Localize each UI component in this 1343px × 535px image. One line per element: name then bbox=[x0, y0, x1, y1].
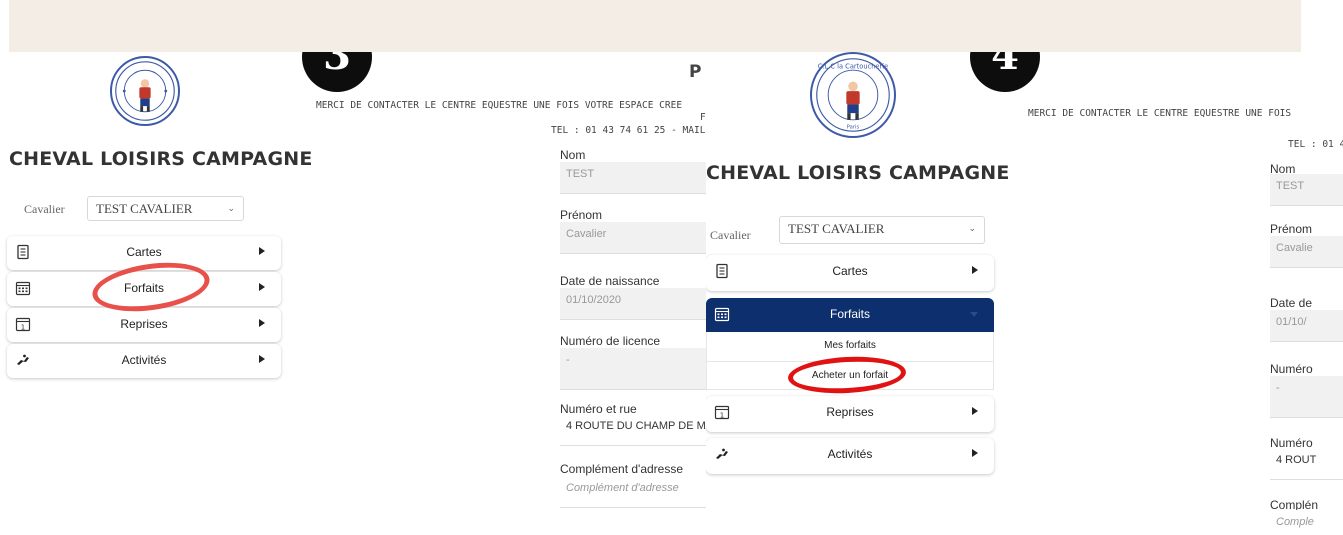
club-logo: C.L.C la Cartoucherie Paris bbox=[810, 52, 896, 138]
field-label-licence: Numéro de licence bbox=[560, 334, 661, 348]
menu-item-label: Forfaits bbox=[123, 281, 164, 295]
notice-text-line2: F bbox=[700, 112, 706, 123]
complement-field[interactable]: Comple bbox=[1270, 510, 1343, 535]
profile-heading: P bbox=[689, 62, 702, 82]
cavalier-select[interactable]: TEST CAVALIER ⌄ bbox=[87, 196, 244, 221]
menu-item-label: Reprises bbox=[120, 317, 168, 331]
cavalier-label: Cavalier bbox=[710, 228, 751, 242]
menu-item-label: Reprises bbox=[826, 405, 874, 419]
menu-item-label: Cartes bbox=[126, 245, 162, 259]
chevron-down-icon: ⌄ bbox=[227, 203, 235, 213]
menu-item-forfaits[interactable]: Forfaits bbox=[706, 298, 994, 332]
complement-field[interactable]: Complément d'adresse bbox=[560, 476, 706, 508]
menu-item-reprises[interactable]: 1 Reprises bbox=[7, 308, 281, 342]
logo-city: Paris bbox=[847, 124, 860, 130]
step-number-badge: 4 bbox=[970, 52, 1040, 92]
step-number-badge: 3 bbox=[302, 52, 372, 92]
menu-item-reprises[interactable]: 1 Reprises bbox=[706, 396, 994, 432]
licence-field[interactable]: - bbox=[560, 348, 706, 390]
prenom-field[interactable]: Cavalie bbox=[1270, 236, 1343, 268]
field-label-prenom: Prénom bbox=[560, 208, 603, 222]
notice-text: MERCI DE CONTACTER LE CENTRE EQUESTRE UN… bbox=[1028, 108, 1292, 119]
contact-text: TEL : 01 43 74 61 25 - MAIL : c bbox=[551, 125, 706, 136]
screenshot-panel-step-4: C.L.C la Cartoucherie Paris 4 CHEVAL LOI… bbox=[706, 52, 1343, 535]
notice-text: MERCI DE CONTACTER LE CENTRE EQUESTRE UN… bbox=[316, 100, 683, 111]
menu-item-activites[interactable]: Activités bbox=[7, 344, 281, 378]
cavalier-label: Cavalier bbox=[24, 202, 65, 216]
caret-right-icon bbox=[259, 247, 265, 255]
screenshot-panel-step-3: 3 CHEVAL LOISIRS CAMPAGNE Cavalier TEST … bbox=[0, 52, 706, 535]
submenu-item-acheter-forfait[interactable]: Acheter un forfait bbox=[707, 361, 993, 389]
menu-item-label: Activités bbox=[827, 447, 873, 461]
field-label-complement: Complément d'adresse bbox=[560, 462, 684, 476]
caret-right-icon bbox=[259, 319, 265, 327]
menu-item-activites[interactable]: Activités bbox=[706, 438, 994, 474]
menu-item-cartes[interactable]: Cartes bbox=[706, 255, 994, 291]
caret-right-icon bbox=[972, 266, 978, 274]
field-label-numero: Numéro bbox=[1270, 362, 1313, 376]
date-field[interactable]: 01/10/ bbox=[1270, 310, 1343, 342]
submenu-item-mes-forfaits[interactable]: Mes forfaits bbox=[707, 332, 993, 360]
licence-field[interactable]: - bbox=[1270, 376, 1343, 418]
club-logo bbox=[110, 56, 180, 126]
caret-right-icon bbox=[259, 283, 265, 291]
forfaits-submenu: Mes forfaits Acheter un forfait bbox=[706, 332, 994, 390]
nom-field[interactable]: TEST bbox=[560, 162, 706, 194]
date-naissance-field[interactable]: 01/10/2020 bbox=[560, 288, 706, 320]
rue-field[interactable]: 4 ROUT bbox=[1270, 448, 1343, 480]
field-label-nom: Nom bbox=[560, 148, 586, 162]
contact-text: TEL : 01 4 bbox=[1288, 139, 1343, 150]
club-name-heading: CHEVAL LOISIRS CAMPAGNE bbox=[9, 148, 313, 170]
rue-field[interactable]: 4 ROUTE DU CHAMP DE MA bbox=[560, 414, 706, 446]
field-label-date: Date de bbox=[1270, 296, 1313, 310]
menu-item-forfaits[interactable]: Forfaits bbox=[7, 272, 281, 306]
cavalier-select-value: TEST CAVALIER bbox=[788, 221, 885, 236]
field-label-prenom: Prénom bbox=[1270, 222, 1313, 236]
menu-item-cartes[interactable]: Cartes bbox=[7, 236, 281, 270]
caret-right-icon bbox=[972, 449, 978, 457]
menu-item-label: Activités bbox=[121, 353, 167, 367]
cavalier-select[interactable]: TEST CAVALIER ⌄ bbox=[779, 216, 985, 244]
prenom-field[interactable]: Cavalier bbox=[560, 222, 706, 254]
cavalier-select-value: TEST CAVALIER bbox=[96, 201, 193, 216]
logo-text: C.L.C la Cartoucherie bbox=[818, 62, 888, 70]
top-band bbox=[9, 0, 1301, 52]
menu-item-label: Forfaits bbox=[829, 307, 870, 321]
chevron-down-icon: ⌄ bbox=[968, 223, 976, 233]
caret-down-icon bbox=[970, 312, 978, 317]
field-label-date-naissance: Date de naissance bbox=[560, 274, 660, 288]
menu-item-label: Cartes bbox=[832, 264, 868, 278]
caret-right-icon bbox=[972, 407, 978, 415]
nom-field[interactable]: TEST bbox=[1270, 174, 1343, 206]
club-name-heading: CHEVAL LOISIRS CAMPAGNE bbox=[706, 162, 1010, 184]
caret-right-icon bbox=[259, 355, 265, 363]
